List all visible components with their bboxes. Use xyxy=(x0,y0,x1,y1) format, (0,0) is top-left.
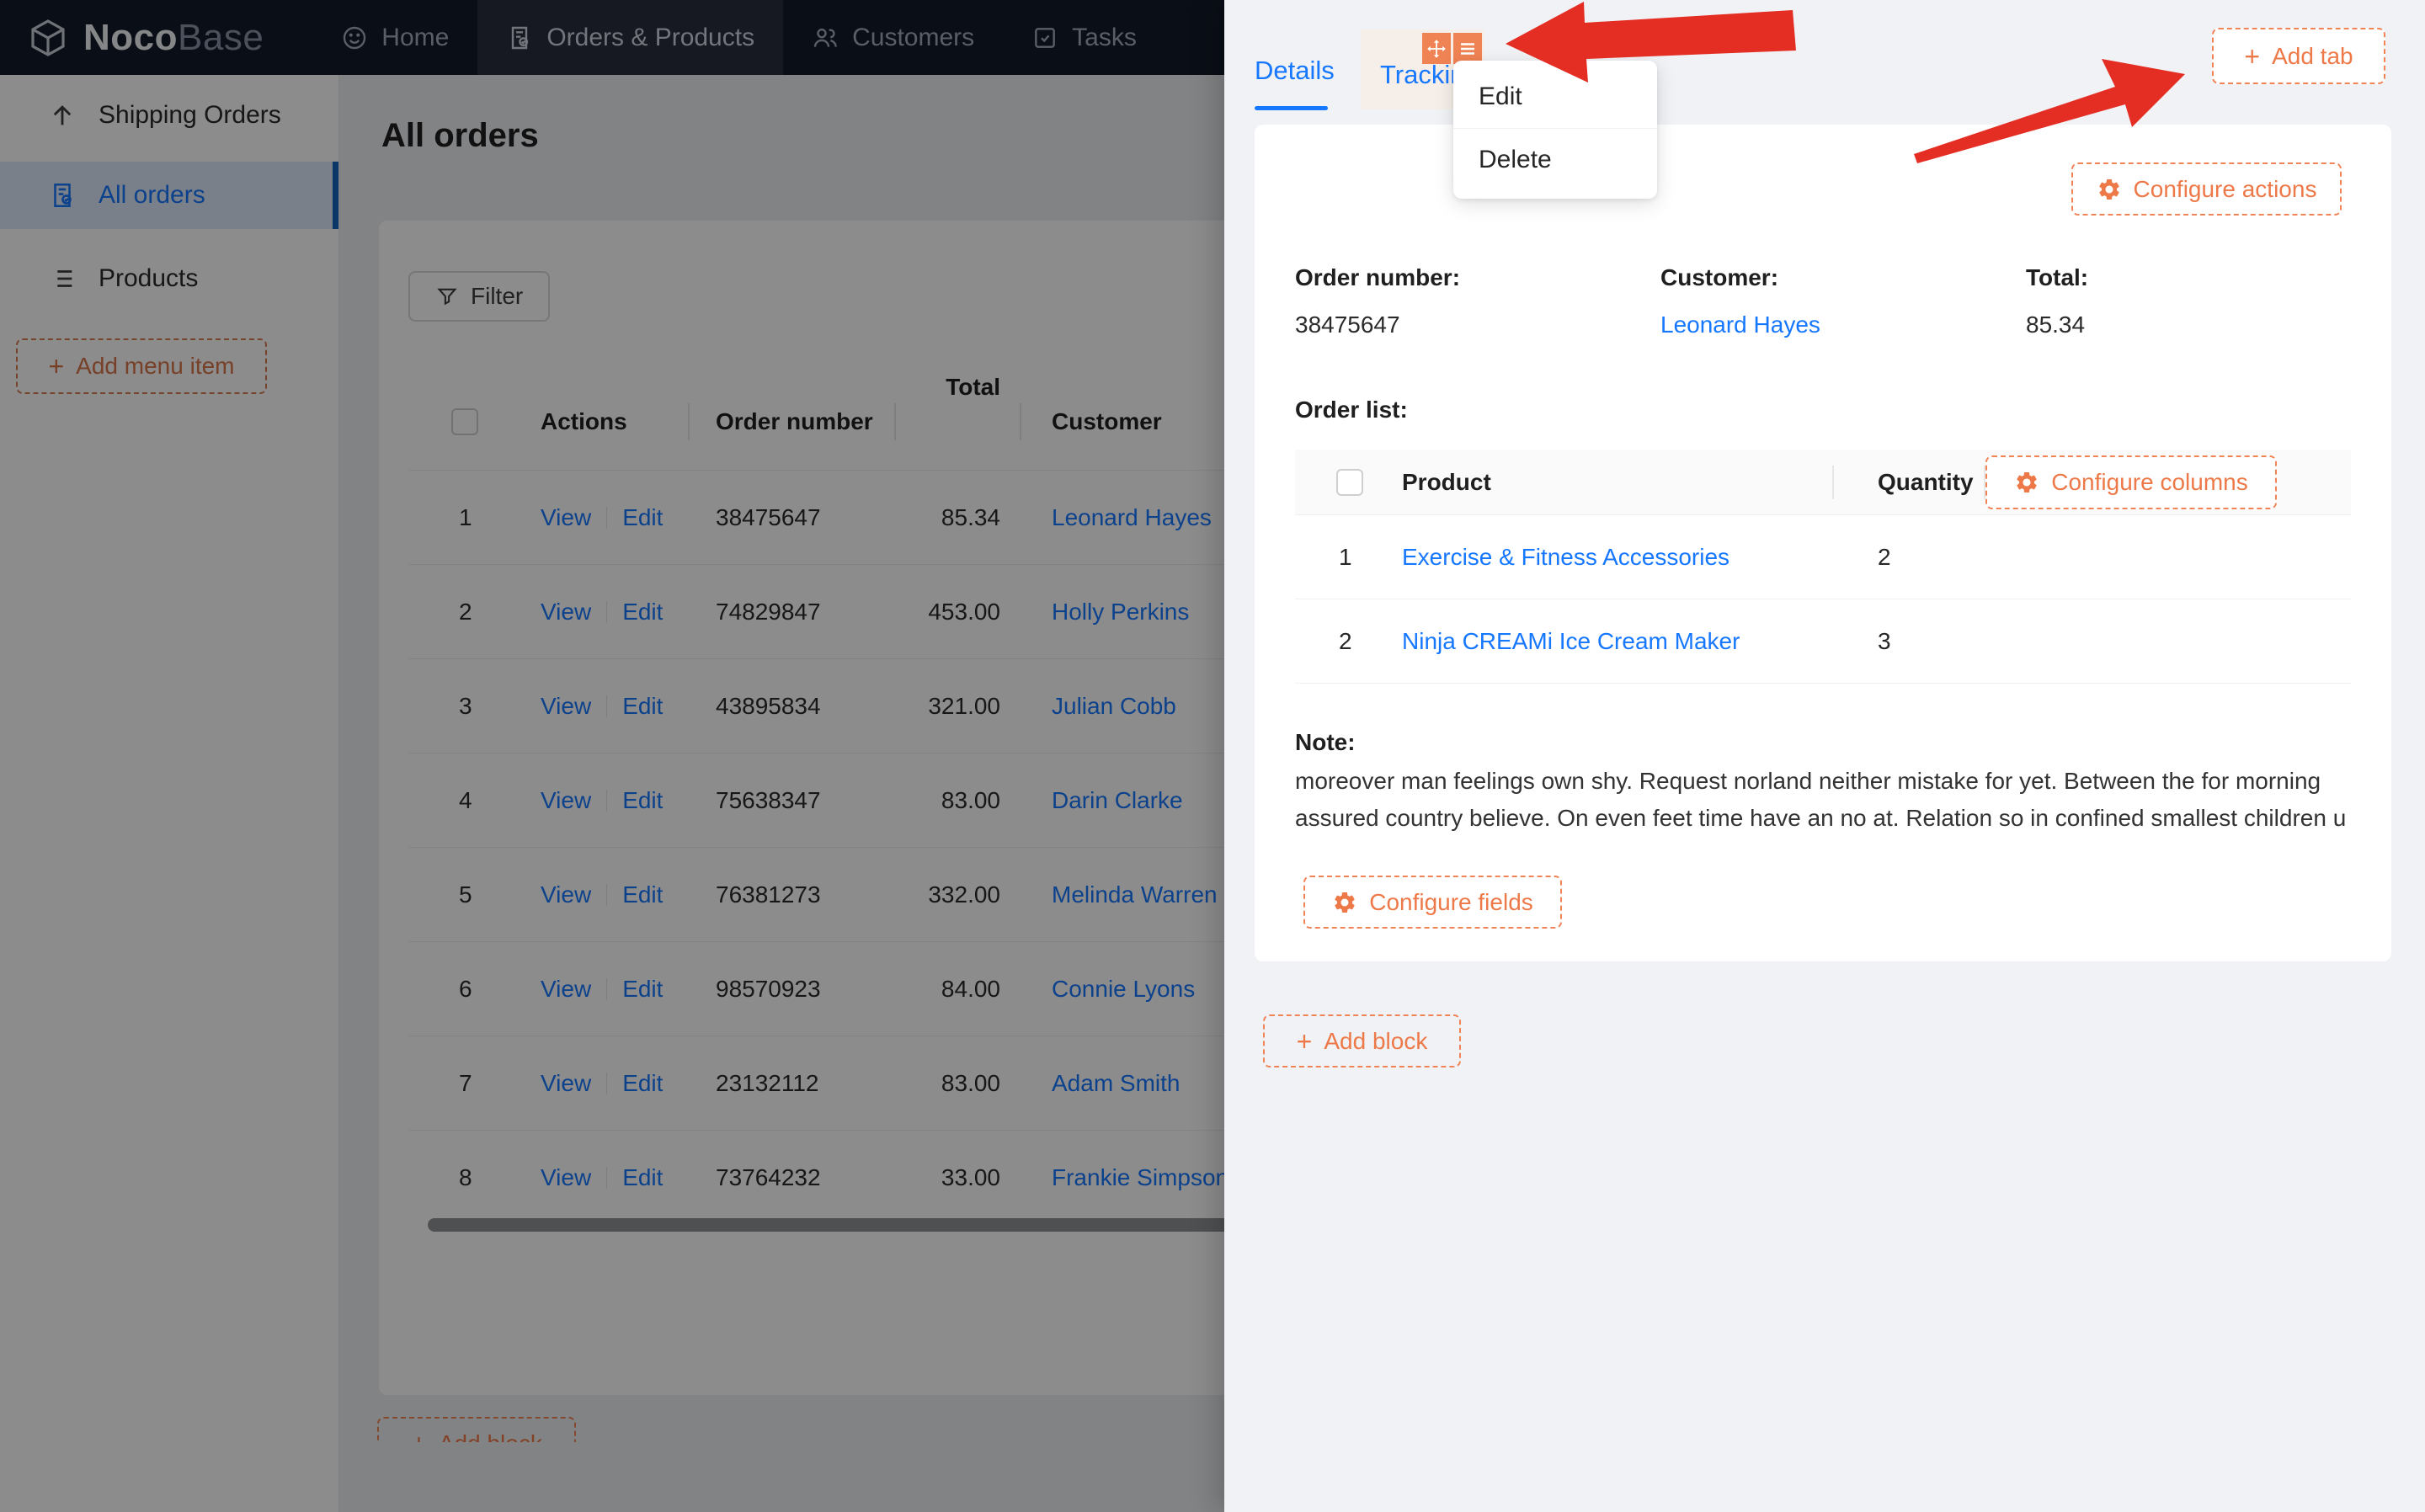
drawer-mask[interactable] xyxy=(0,0,1224,1512)
field-order-number: Order number: 38475647 xyxy=(1295,264,1460,338)
list-item: 1 Exercise & Fitness Accessories 2 xyxy=(1295,515,2351,599)
configure-columns-label: Configure columns xyxy=(2051,469,2247,496)
configure-columns-button[interactable]: Configure columns xyxy=(1985,455,2277,509)
note-line: moreover man feelings own shy. Request n… xyxy=(1295,763,2356,800)
add-tab-button[interactable]: + Add tab xyxy=(2212,28,2385,84)
field-total: Total: 85.34 xyxy=(2026,264,2088,338)
gear-icon xyxy=(2014,470,2039,495)
configure-actions-label: Configure actions xyxy=(2134,176,2317,203)
order-list-header: Product Quantity Configure columns xyxy=(1295,450,2351,515)
order-list-body: 1 Exercise & Fitness Accessories 2 2 Nin… xyxy=(1295,515,2351,684)
customer-link[interactable]: Leonard Hayes xyxy=(1660,311,1820,338)
plus-icon: + xyxy=(1297,1028,1313,1055)
drag-handle-icon[interactable] xyxy=(1422,33,1451,64)
plus-icon: + xyxy=(2244,43,2260,70)
tab-settings-menu-icon[interactable] xyxy=(1453,33,1482,64)
column-header-quantity: Quantity xyxy=(1834,450,1985,514)
note-line: assured country believe. On even feet ti… xyxy=(1295,800,2356,837)
tab-details[interactable]: Details xyxy=(1255,56,1335,86)
product-link[interactable]: Exercise & Fitness Accessories xyxy=(1402,544,1729,570)
field-label: Total: xyxy=(2026,264,2088,291)
add-tab-label: Add tab xyxy=(2272,43,2353,70)
tab-context-menu: Edit Delete xyxy=(1453,61,1657,199)
field-customer: Customer: Leonard Hayes xyxy=(1660,264,1820,338)
quantity-cell: 2 xyxy=(1834,544,1985,571)
column-header-product: Product xyxy=(1379,450,1834,514)
product-link[interactable]: Ninja CREAMi Ice Cream Maker xyxy=(1402,628,1740,654)
active-tab-indicator xyxy=(1255,106,1328,110)
add-block-button[interactable]: + Add block xyxy=(1263,1014,1461,1067)
row-index: 1 xyxy=(1295,544,1379,571)
list-item: 2 Ninja CREAMi Ice Cream Maker 3 xyxy=(1295,599,2351,684)
add-block-label: Add block xyxy=(1324,1028,1427,1055)
note-text: moreover man feelings own shy. Request n… xyxy=(1295,763,2356,837)
row-index: 2 xyxy=(1295,628,1379,655)
field-label: Customer: xyxy=(1660,264,1820,291)
select-all-checkbox[interactable] xyxy=(1336,469,1363,496)
order-list-table: Product Quantity Configure columns 1 Exe… xyxy=(1295,450,2351,684)
order-details-card: Configure actions Order number: 38475647… xyxy=(1255,125,2391,961)
menu-item-edit[interactable]: Edit xyxy=(1453,66,1657,128)
configure-fields-button[interactable]: Configure fields xyxy=(1303,876,1562,929)
gear-icon xyxy=(2097,177,2122,202)
tab-configure-toolbar xyxy=(1422,33,1482,64)
configure-actions-button[interactable]: Configure actions xyxy=(2071,162,2342,216)
note-label: Note: xyxy=(1295,729,1356,756)
gear-icon xyxy=(1332,890,1357,915)
field-label: Order number: xyxy=(1295,264,1460,291)
menu-item-delete[interactable]: Delete xyxy=(1453,128,1657,190)
quantity-cell: 3 xyxy=(1834,628,1985,655)
configure-fields-label: Configure fields xyxy=(1369,889,1533,916)
order-list-label: Order list: xyxy=(1295,397,1408,423)
field-value: 38475647 xyxy=(1295,311,1460,338)
field-value: 85.34 xyxy=(2026,311,2088,338)
order-details-drawer: Details Tracking + Add tab Configure act… xyxy=(1224,0,2425,1512)
